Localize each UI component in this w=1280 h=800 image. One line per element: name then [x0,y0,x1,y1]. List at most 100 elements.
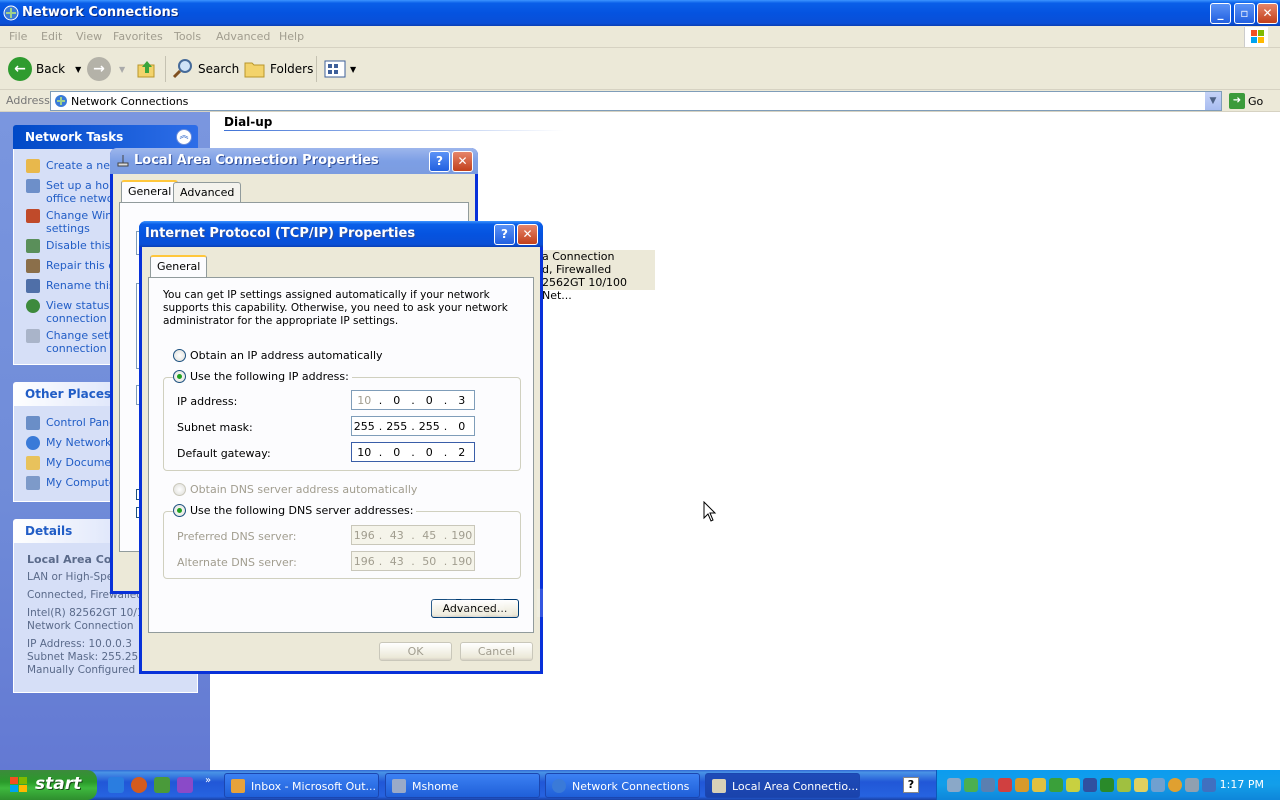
tray-icon[interactable] [1100,778,1114,792]
radio-button[interactable] [173,483,186,496]
chevron-right-icon[interactable]: » [205,775,211,786]
views-button[interactable]: ▼ [324,57,356,81]
go-label: Go [1248,94,1264,108]
radio-dns-auto[interactable]: Obtain DNS server address automatically [173,483,417,496]
preferred-dns-field[interactable]: 196. 43. 45. 190 [351,525,475,545]
task-mshome[interactable]: Mshome [385,773,540,798]
task-view-status[interactable]: View status c connection [26,299,119,325]
tray-icon[interactable] [947,778,961,792]
radio-button[interactable] [173,504,186,517]
forward-button[interactable]: → ▼ [87,57,125,81]
search-icon [172,59,192,79]
my-network-icon [26,436,40,450]
ip-address-field[interactable]: 10. 0. 0. 3 [351,390,475,410]
tray-icon[interactable] [1015,778,1029,792]
chevron-down-icon[interactable]: ▼ [350,65,356,74]
help-button[interactable]: ? [494,224,515,245]
collapse-chevron-icon[interactable]: ︽ [176,129,192,145]
place-control-panel[interactable]: Control Pane [26,416,116,430]
address-input[interactable]: Network Connections ▼ [50,91,1222,111]
chevron-down-icon[interactable]: ▼ [75,65,81,74]
chevron-down-icon[interactable]: ▼ [119,65,125,74]
advanced-button[interactable]: Advanced... [431,599,519,618]
my-computer-icon [26,476,40,490]
radio-label: Use the following DNS server addresses: [190,504,414,517]
window-titlebar[interactable]: Network Connections _ ▫ ✕ [0,0,1280,26]
radio-ip-auto[interactable]: Obtain an IP address automatically [173,349,383,362]
minimize-button[interactable]: _ [1210,3,1231,24]
task-create-new[interactable]: Create a new [26,159,119,173]
tcpip-titlebar[interactable]: Internet Protocol (TCP/IP) Properties ? … [139,221,543,247]
close-button[interactable]: ✕ [452,151,473,172]
tray-icon[interactable] [1151,778,1165,792]
folders-button[interactable]: Folders [244,57,313,81]
radio-button[interactable] [173,370,186,383]
tray-icon[interactable] [1066,778,1080,792]
back-button[interactable]: ← Back ▼ [8,57,81,81]
tray-icon[interactable] [981,778,995,792]
task-rename[interactable]: Rename this [26,279,115,293]
help-button[interactable]: ? [429,151,450,172]
quicklaunch-icon[interactable] [177,777,193,793]
place-my-network[interactable]: My Network I [26,436,118,450]
task-disable[interactable]: Disable this n [26,239,121,253]
address-dropdown-chevron-icon[interactable]: ▼ [1204,92,1221,110]
menu-tools[interactable]: Tools [174,30,201,43]
task-home-network[interactable]: Set up a hom office networ [26,179,120,205]
tray-icon[interactable] [1117,778,1131,792]
ie-icon[interactable] [108,777,124,793]
tray-icon[interactable] [1049,778,1063,792]
tray-icon[interactable] [998,778,1012,792]
maximize-button[interactable]: ▫ [1234,3,1255,24]
start-button[interactable]: start [0,770,97,800]
tray-icon[interactable] [1185,778,1199,792]
task-inbox-outlook[interactable]: Inbox - Microsoft Out... [224,773,379,798]
radio-ip-manual[interactable]: Use the following IP address: [173,370,352,383]
alternate-dns-field[interactable]: 196. 43. 50. 190 [351,551,475,571]
task-network-connections[interactable]: Network Connections [545,773,700,798]
menu-help[interactable]: Help [279,30,304,43]
task-repair[interactable]: Repair this co [26,259,121,273]
task-change-firewall[interactable]: Change Wind settings [26,209,119,235]
tray-icon[interactable] [964,778,978,792]
details-name: Local Area Con [27,553,120,566]
menu-file[interactable]: File [9,30,27,43]
close-button[interactable]: ✕ [1257,3,1278,24]
tray-icon[interactable] [1168,778,1182,792]
default-gateway-field[interactable]: 10. 0. 0. 2 [351,442,475,462]
firefox-icon[interactable] [131,777,147,793]
clock[interactable]: 1:17 PM [1220,778,1264,791]
menu-edit[interactable]: Edit [41,30,62,43]
help-icon[interactable]: ? [903,777,919,793]
task-lan-connection[interactable]: Local Area Connectio... [705,773,860,798]
quicklaunch-icon[interactable] [154,777,170,793]
other-places-title: Other Places [25,387,112,401]
network-tasks-header[interactable]: Network Tasks ︽ [13,125,198,149]
go-button[interactable]: ➜ Go [1229,93,1263,109]
place-my-documents[interactable]: My Documen [26,456,118,470]
tray-icon[interactable] [1083,778,1097,792]
radio-dns-manual[interactable]: Use the following DNS server addresses: [173,504,417,517]
radio-button[interactable] [173,349,186,362]
tab-general[interactable]: General [121,180,179,202]
tab-advanced[interactable]: Advanced [173,182,242,202]
up-button[interactable] [136,57,158,81]
tray-icon[interactable] [1134,778,1148,792]
lan-properties-titlebar[interactable]: Local Area Connection Properties ? ✕ [110,148,478,174]
search-button[interactable]: Search [172,57,239,81]
place-my-computer[interactable]: My Computer [26,476,120,490]
ip-dot: . [411,554,415,568]
subnet-mask-field[interactable]: 255. 255. 255. 0 [351,416,475,436]
close-button[interactable]: ✕ [517,224,538,245]
menu-view[interactable]: View [76,30,102,43]
ok-button[interactable]: OK [379,642,452,661]
menu-favorites[interactable]: Favorites [113,30,163,43]
task-change-settings[interactable]: Change setti connection [26,329,116,355]
menu-advanced[interactable]: Advanced [216,30,270,43]
shield-icon[interactable] [1032,778,1046,792]
tab-general[interactable]: General [150,255,208,277]
network-tray-icon[interactable] [1202,778,1216,792]
dns-octet: 196 [353,528,375,542]
cancel-button[interactable]: Cancel [460,642,533,661]
rename-icon [26,279,40,293]
